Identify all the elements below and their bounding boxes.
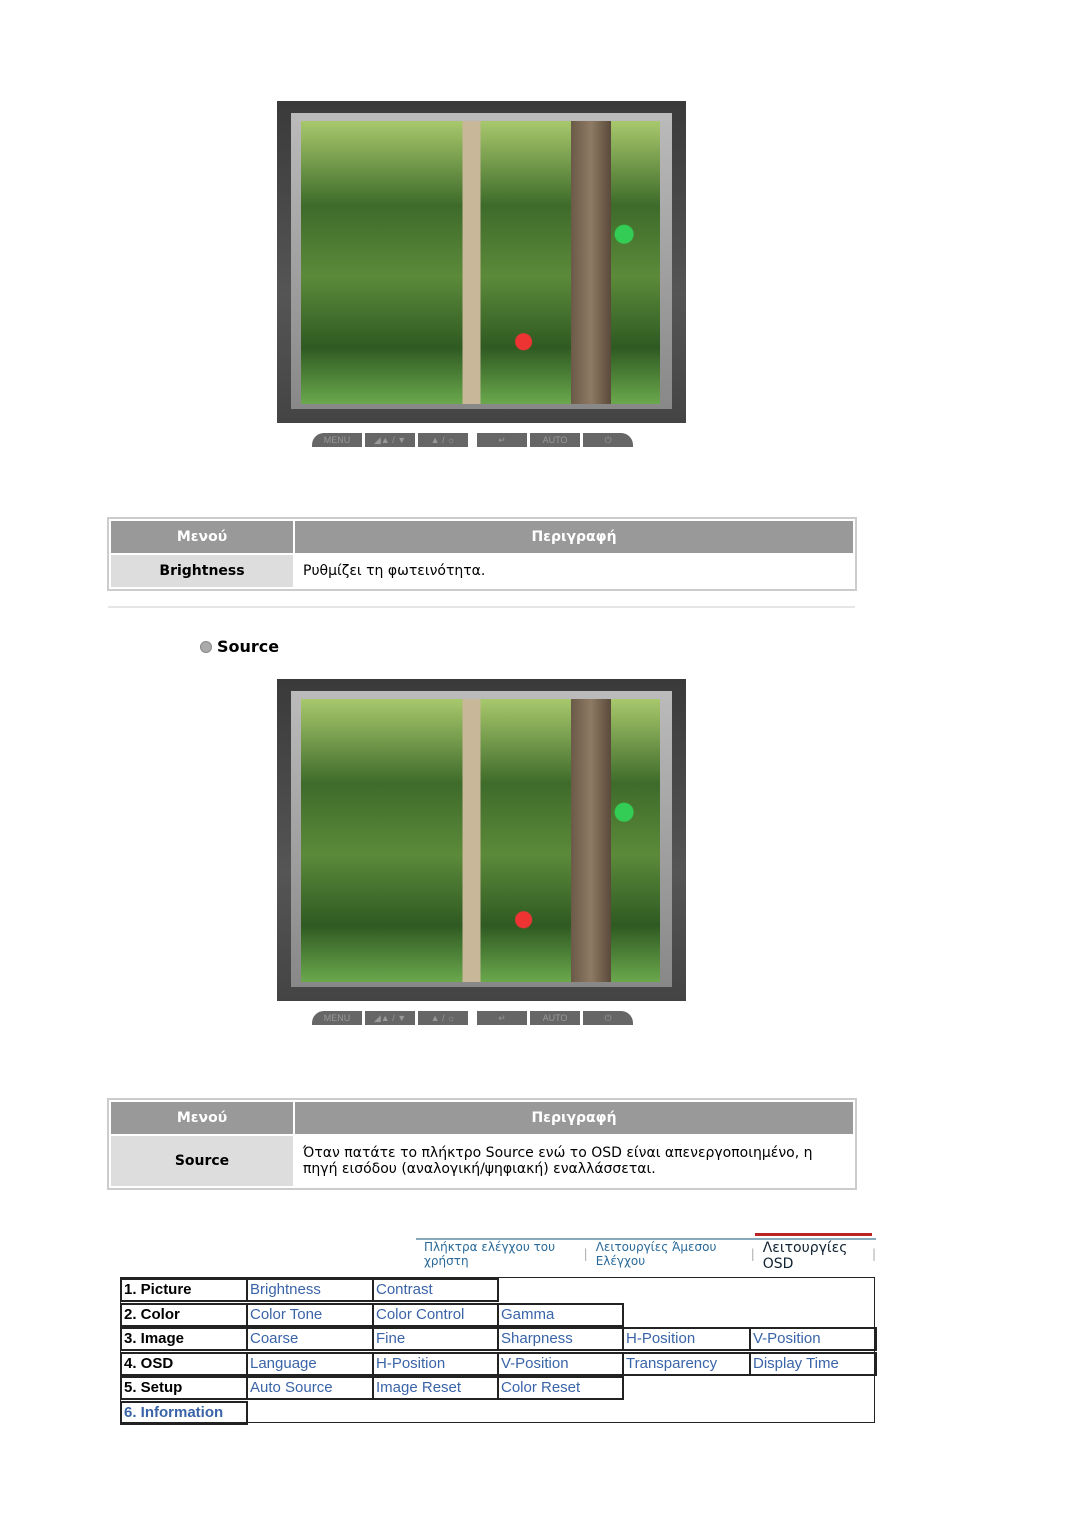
osd-category: 4. OSD <box>120 1351 248 1376</box>
header-description: Περιγραφή <box>295 521 853 553</box>
osd-link[interactable]: Display Time <box>749 1351 877 1376</box>
monitor-button: AUTO <box>530 433 580 447</box>
osd-menu-grid: 1. Picture Brightness Contrast 2. Color Colo… <box>120 1277 877 1425</box>
osd-link[interactable]: Language <box>246 1351 374 1376</box>
screen-photo <box>301 121 660 404</box>
monitor-image <box>277 101 686 423</box>
menu-cell: Brightness <box>111 555 293 587</box>
osd-link[interactable]: Gamma <box>497 1302 624 1327</box>
nav-user-controls[interactable]: Πλήκτρα ελέγχου του χρήστη <box>416 1240 584 1268</box>
monitor-button: ◢▲ / ▼ <box>365 433 415 447</box>
osd-link[interactable]: Fine <box>372 1327 499 1351</box>
nav-osd-functions[interactable]: Λειτουργίες OSD <box>754 1233 872 1272</box>
monitor-button: ◢▲ / ▼ <box>365 1011 415 1025</box>
osd-link[interactable]: Color Tone <box>246 1302 374 1327</box>
page: MENU ◢▲ / ▼ ▲ / ☼ ↵ AUTO ⏻ MENU ◢▲ / ▼ ▲ / ☼ ↵ AUT… <box>0 0 1080 1528</box>
nav-direct-functions[interactable]: Λειτουργίες Άμεσου Ελέγχου <box>588 1240 751 1268</box>
osd-link-information[interactable]: 6. Information <box>120 1400 248 1425</box>
osd-link[interactable]: Auto Source <box>246 1376 374 1400</box>
monitor-button: ▲ / ☼ <box>418 433 468 447</box>
monitor-buttons: MENU ◢▲ / ▼ ▲ / ☼ ↵ AUTO ⏻ <box>312 433 633 447</box>
description-cell: Όταν πατάτε το πλήκτρο Source ενώ το OSD… <box>303 1145 813 1177</box>
section-title: Source <box>217 637 280 656</box>
osd-link[interactable]: Contrast <box>372 1278 499 1302</box>
source-table: Μενού Περιγραφή Source Όταν πατάτε το πλήκ… <box>107 1098 857 1190</box>
osd-link[interactable]: V-Position <box>497 1351 624 1376</box>
monitor-button: ↵ <box>477 433 527 447</box>
monitor-button: AUTO <box>530 1011 580 1025</box>
monitor-button: MENU <box>312 1011 362 1025</box>
osd-category: 1. Picture <box>120 1278 248 1302</box>
osd-link[interactable]: Transparency <box>622 1351 751 1376</box>
osd-link[interactable]: Sharpness <box>497 1327 624 1351</box>
section-heading: Source <box>200 637 279 656</box>
osd-link[interactable]: H-Position <box>372 1351 499 1376</box>
osd-link[interactable]: Color Reset <box>497 1376 624 1400</box>
monitor-button: ⏻ <box>583 1011 633 1025</box>
monitor-buttons: MENU ◢▲ / ▼ ▲ / ☼ ↵ AUTO ⏻ <box>312 1011 633 1025</box>
header-menu: Μενού <box>111 1102 293 1134</box>
osd-category: 2. Color <box>120 1302 248 1327</box>
osd-link[interactable]: V-Position <box>749 1327 877 1351</box>
nav-tabs: Πλήκτρα ελέγχου του χρήστη | Λειτουργίες … <box>416 1233 876 1272</box>
monitor-image <box>277 679 686 1001</box>
osd-link[interactable]: Image Reset <box>372 1376 499 1400</box>
monitor-button: ⏻ <box>583 433 633 447</box>
monitor-button: ▲ / ☼ <box>418 1011 468 1025</box>
header-menu: Μενού <box>111 521 293 553</box>
description-cell: Ρυθμίζει τη φωτεινότητα. <box>303 563 486 579</box>
brightness-table: Μενού Περιγραφή Brightness Ρυθμίζει τη φωτ… <box>107 517 857 591</box>
bullet-icon <box>200 640 212 653</box>
osd-link[interactable]: H-Position <box>622 1327 751 1351</box>
divider <box>108 606 855 608</box>
osd-link[interactable]: Brightness <box>246 1278 374 1302</box>
osd-link[interactable]: Coarse <box>246 1327 374 1351</box>
monitor-button: MENU <box>312 433 362 447</box>
menu-cell: Source <box>111 1136 293 1186</box>
osd-category: 5. Setup <box>120 1376 248 1400</box>
osd-category: 3. Image <box>120 1327 248 1351</box>
screen-photo <box>301 699 660 982</box>
osd-link[interactable]: Color Control <box>372 1302 499 1327</box>
header-description: Περιγραφή <box>295 1102 853 1134</box>
monitor-button: ↵ <box>477 1011 527 1025</box>
